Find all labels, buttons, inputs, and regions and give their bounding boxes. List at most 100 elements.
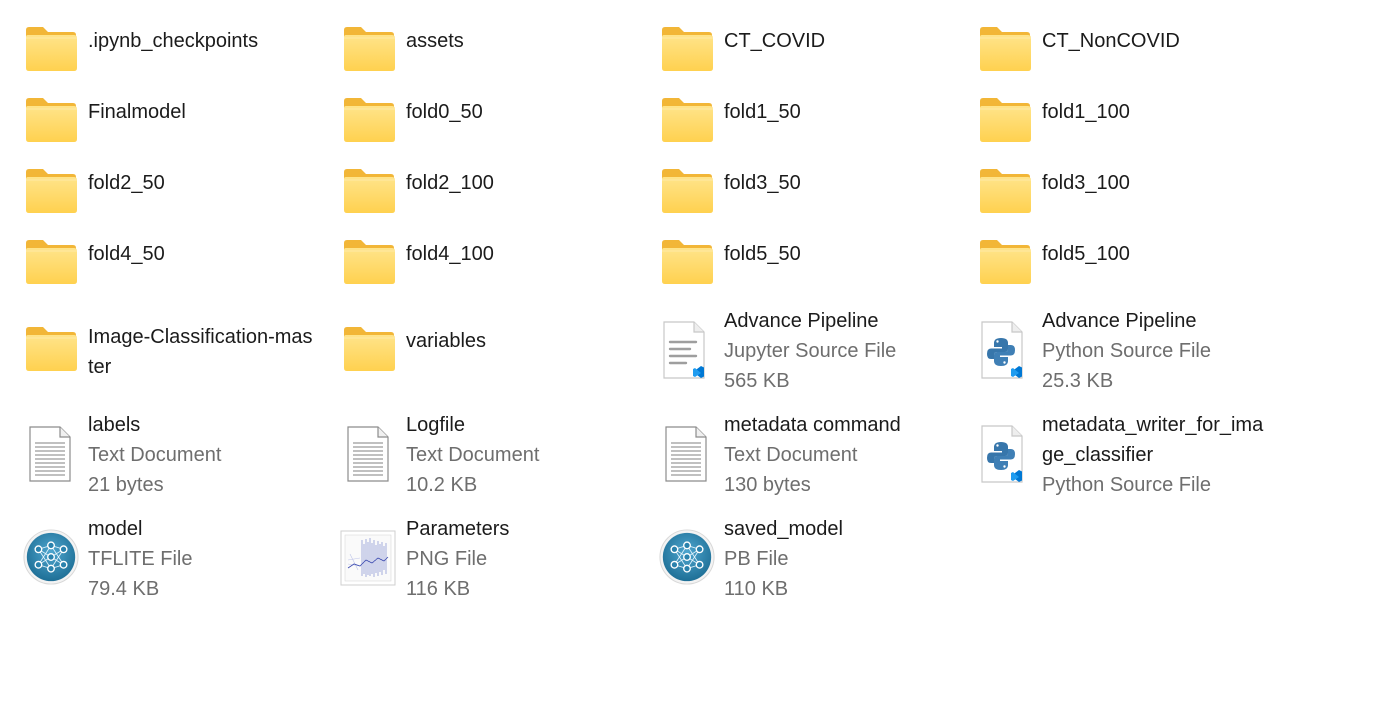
folder-icon bbox=[978, 97, 1032, 143]
neural-network-icon bbox=[658, 528, 716, 586]
folder-icon bbox=[24, 168, 78, 214]
folder-icon bbox=[660, 239, 714, 285]
file-logfile[interactable]: Logfile Text Document 10.2 KB bbox=[342, 410, 642, 505]
folder-icon bbox=[24, 326, 78, 372]
folder-icon bbox=[24, 97, 78, 143]
folder-icon bbox=[660, 26, 714, 72]
folder-ct-covid[interactable]: CT_COVID bbox=[660, 26, 960, 76]
folder-icon bbox=[660, 168, 714, 214]
folder-label: fold2_50 bbox=[88, 172, 165, 194]
file-type: Jupyter Source File bbox=[724, 340, 897, 362]
file-details: metadata command Text Document 130 bytes bbox=[724, 410, 901, 500]
file-details: Advance Pipeline Python Source File 25.3… bbox=[1042, 306, 1211, 396]
file-size: 565 KB bbox=[724, 370, 790, 392]
folder-ct-noncovid[interactable]: CT_NonCOVID bbox=[978, 26, 1278, 76]
folder-ipynb-checkpoints[interactable]: .ipynb_checkpoints bbox=[24, 26, 324, 76]
folder-fold2-50[interactable]: fold2_50 bbox=[24, 168, 324, 218]
file-name-line-2: ge_classifier bbox=[1042, 444, 1154, 466]
jupyter-file-icon bbox=[660, 320, 708, 380]
text-document-icon bbox=[28, 426, 72, 482]
file-size: 10.2 KB bbox=[406, 474, 478, 496]
file-details: labels Text Document 21 bytes bbox=[88, 410, 221, 500]
folder-variables[interactable]: variables bbox=[342, 326, 642, 376]
folder-label: assets bbox=[406, 30, 464, 52]
folder-label: fold5_50 bbox=[724, 243, 801, 265]
file-advance-pipeline-ipynb[interactable]: Advance Pipeline Jupyter Source File 565… bbox=[660, 306, 960, 401]
neural-network-icon bbox=[22, 528, 80, 586]
folder-label-line-1: Image-Classification-mas bbox=[88, 326, 313, 348]
file-size: 79.4 KB bbox=[88, 578, 160, 600]
file-metadata-writer[interactable]: metadata_writer_for_ima ge_classifier Py… bbox=[978, 410, 1298, 505]
file-details: Logfile Text Document 10.2 KB bbox=[406, 410, 539, 500]
folder-label: CT_COVID bbox=[724, 30, 826, 52]
folder-icon bbox=[978, 168, 1032, 214]
folder-fold4-100[interactable]: fold4_100 bbox=[342, 239, 642, 289]
folder-label: fold3_50 bbox=[724, 172, 801, 194]
file-metadata-command[interactable]: metadata command Text Document 130 bytes bbox=[660, 410, 960, 505]
folder-fold3-50[interactable]: fold3_50 bbox=[660, 168, 960, 218]
folder-icon bbox=[342, 26, 396, 72]
folder-image-classification-master[interactable]: Image-Classification-mas ter bbox=[24, 322, 324, 384]
folder-fold0-50[interactable]: fold0_50 bbox=[342, 97, 642, 147]
folder-fold5-100[interactable]: fold5_100 bbox=[978, 239, 1278, 289]
folder-icon bbox=[978, 26, 1032, 72]
folder-fold2-100[interactable]: fold2_100 bbox=[342, 168, 642, 218]
file-type: Python Source File bbox=[1042, 474, 1211, 496]
file-details: metadata_writer_for_ima ge_classifier Py… bbox=[1042, 410, 1263, 500]
folder-icon bbox=[24, 239, 78, 285]
folder-label: Finalmodel bbox=[88, 101, 186, 123]
folder-icon bbox=[24, 26, 78, 72]
folder-icon bbox=[342, 239, 396, 285]
file-advance-pipeline-py[interactable]: Advance Pipeline Python Source File 25.3… bbox=[978, 306, 1278, 401]
image-thumbnail-icon bbox=[340, 530, 396, 586]
file-type: PB File bbox=[724, 548, 789, 570]
file-saved-model[interactable]: saved_model PB File 110 KB bbox=[658, 514, 958, 609]
folder-label: fold4_100 bbox=[406, 243, 494, 265]
file-parameters[interactable]: Parameters PNG File 116 KB bbox=[340, 514, 640, 609]
folder-label: fold4_50 bbox=[88, 243, 165, 265]
file-size: 21 bytes bbox=[88, 474, 164, 496]
file-name: Advance Pipeline bbox=[724, 310, 879, 332]
folder-finalmodel[interactable]: Finalmodel bbox=[24, 97, 324, 147]
file-type: Python Source File bbox=[1042, 340, 1211, 362]
file-type: Text Document bbox=[88, 444, 222, 466]
file-type: Text Document bbox=[724, 444, 858, 466]
file-details: Parameters PNG File 116 KB bbox=[406, 514, 509, 604]
folder-fold5-50[interactable]: fold5_50 bbox=[660, 239, 960, 289]
folder-fold1-100[interactable]: fold1_100 bbox=[978, 97, 1278, 147]
file-type: Text Document bbox=[406, 444, 540, 466]
folder-icon bbox=[660, 97, 714, 143]
folder-icon bbox=[342, 97, 396, 143]
file-model[interactable]: model TFLITE File 79.4 KB bbox=[22, 514, 322, 609]
folder-label: fold3_100 bbox=[1042, 172, 1130, 194]
folder-icon bbox=[342, 326, 396, 372]
file-details: Advance Pipeline Jupyter Source File 565… bbox=[724, 306, 896, 396]
file-type: PNG File bbox=[406, 548, 488, 570]
folder-icon bbox=[978, 239, 1032, 285]
file-name: Logfile bbox=[406, 414, 465, 436]
folder-label: fold1_100 bbox=[1042, 101, 1130, 123]
file-labels[interactable]: labels Text Document 21 bytes bbox=[24, 410, 324, 505]
file-name: saved_model bbox=[724, 518, 843, 540]
file-type: TFLITE File bbox=[88, 548, 193, 570]
folder-label-line-2: ter bbox=[88, 356, 112, 378]
folder-label: fold0_50 bbox=[406, 101, 483, 123]
folder-fold3-100[interactable]: fold3_100 bbox=[978, 168, 1278, 218]
file-name-line-1: metadata_writer_for_ima bbox=[1042, 414, 1264, 436]
folder-assets[interactable]: assets bbox=[342, 26, 642, 76]
folder-label: variables bbox=[406, 330, 487, 352]
file-name: labels bbox=[88, 414, 141, 436]
file-size: 110 KB bbox=[724, 578, 789, 600]
text-document-icon bbox=[664, 426, 708, 482]
file-name: Parameters bbox=[406, 518, 510, 540]
file-details: saved_model PB File 110 KB bbox=[724, 514, 843, 604]
file-name: Advance Pipeline bbox=[1042, 310, 1197, 332]
folder-fold1-50[interactable]: fold1_50 bbox=[660, 97, 960, 147]
folder-label: CT_NonCOVID bbox=[1042, 30, 1180, 52]
folder-label: fold1_50 bbox=[724, 101, 801, 123]
folder-fold4-50[interactable]: fold4_50 bbox=[24, 239, 324, 289]
folder-label: fold5_100 bbox=[1042, 243, 1130, 265]
folder-icon bbox=[342, 168, 396, 214]
file-size: 130 bytes bbox=[724, 474, 811, 496]
file-name: metadata command bbox=[724, 414, 901, 436]
